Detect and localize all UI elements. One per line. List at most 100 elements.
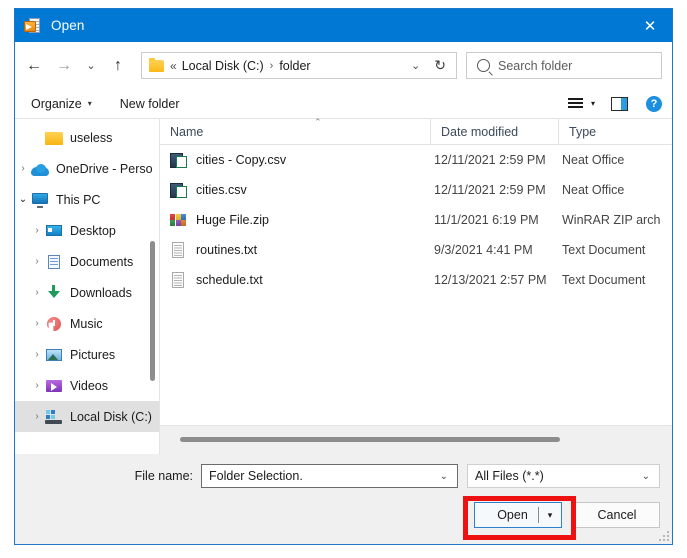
chevron-right-icon[interactable]: ›: [29, 256, 45, 267]
sidebar-item-label: Videos: [70, 378, 108, 393]
file-name-input[interactable]: Folder Selection. ⌄: [201, 464, 458, 488]
file-name-text: schedule.txt: [196, 273, 263, 287]
cancel-button[interactable]: Cancel: [574, 502, 660, 528]
search-input[interactable]: Search folder: [498, 59, 572, 73]
screenshot-root: Open ✕ ← → ⌄ ↑ « Local Disk (C:) › folde…: [0, 0, 687, 558]
sidebar-item-downloads[interactable]: › Downloads: [15, 277, 159, 308]
open-file-dialog: Open ✕ ← → ⌄ ↑ « Local Disk (C:) › folde…: [14, 8, 673, 545]
this-pc-icon: [31, 192, 49, 208]
sidebar-item-label: Documents: [70, 254, 134, 269]
table-row[interactable]: schedule.txt 12/13/2021 2:57 PM Text Docum…: [160, 265, 672, 295]
file-name-label: File name:: [134, 469, 193, 483]
column-header-type[interactable]: Type: [558, 119, 672, 144]
file-date-cell: 11/1/2021 6:19 PM: [434, 213, 539, 227]
chevron-down-icon[interactable]: ▾: [591, 99, 595, 108]
horizontal-scrollbar-thumb[interactable]: [180, 437, 560, 442]
sidebar-item-desktop[interactable]: › Desktop: [15, 215, 159, 246]
navigation-bar: ← → ⌄ ↑ « Local Disk (C:) › folder ⌄ ↻ S…: [15, 42, 672, 89]
close-icon[interactable]: ✕: [628, 9, 672, 42]
sidebar-item-label: Downloads: [70, 285, 132, 300]
sidebar-item-pictures[interactable]: › Pictures: [15, 339, 159, 370]
onedrive-cloud-icon: [31, 164, 49, 176]
file-type-cell: WinRAR ZIP arch: [562, 213, 661, 227]
videos-icon: [45, 378, 63, 394]
sidebar-item-label: This PC: [56, 192, 101, 207]
csv-file-icon: [170, 152, 187, 169]
chevron-down-icon[interactable]: ⌄: [399, 59, 432, 72]
chevron-right-icon[interactable]: ›: [29, 380, 45, 391]
up-button[interactable]: ↑: [103, 51, 133, 81]
column-header-name[interactable]: Name ⌃: [160, 117, 430, 144]
chevron-right-icon[interactable]: ›: [15, 163, 31, 174]
folder-icon: [45, 132, 63, 145]
file-name-text: Huge File.zip: [196, 213, 269, 227]
preview-pane-icon[interactable]: [611, 96, 628, 111]
chevron-right-icon[interactable]: ›: [29, 225, 45, 236]
file-type-cell: Text Document: [562, 273, 646, 287]
sidebar-item-this-pc[interactable]: ⌄ This PC: [15, 184, 159, 215]
chevron-right-icon[interactable]: ›: [29, 349, 45, 360]
sidebar-item-local-disk-c[interactable]: › Local Disk (C:): [15, 401, 159, 432]
help-icon[interactable]: ?: [646, 95, 662, 112]
sidebar-item-onedrive-perso[interactable]: › OneDrive - Perso: [15, 153, 159, 184]
sidebar-item-videos[interactable]: › Videos: [15, 370, 159, 401]
recent-locations-button[interactable]: ⌄: [79, 51, 103, 81]
breadcrumb-item-folder[interactable]: folder: [279, 59, 310, 73]
table-row[interactable]: routines.txt 9/3/2021 4:41 PM Text Documen…: [160, 235, 672, 265]
folder-icon: [149, 57, 164, 72]
chevron-down-icon[interactable]: ⌄: [633, 471, 659, 482]
table-row[interactable]: cities - Copy.csv 12/11/2021 2:59 PM Neat …: [160, 145, 672, 175]
sidebar-item-documents[interactable]: › Documents: [15, 246, 159, 277]
refresh-icon[interactable]: ↻: [432, 57, 456, 74]
new-folder-button[interactable]: New folder: [120, 97, 180, 111]
desktop-icon: [45, 223, 63, 239]
sidebar-scrollbar[interactable]: [149, 119, 157, 454]
sidebar-item-label: Music: [70, 316, 103, 331]
resize-grip[interactable]: [658, 530, 669, 541]
column-header-name-label: Name: [170, 124, 204, 139]
chevron-down-icon[interactable]: ⌄: [431, 471, 457, 482]
chevron-right-icon[interactable]: ›: [29, 287, 45, 298]
address-bar[interactable]: « Local Disk (C:) › folder ⌄ ↻: [141, 52, 457, 79]
dialog-body: useless › OneDrive - Perso ⌄ This PC › Desktop…: [15, 117, 672, 454]
breadcrumb: « Local Disk (C:) › folder: [170, 59, 399, 73]
sidebar-item-label: useless: [70, 130, 113, 145]
breadcrumb-overflow-icon[interactable]: «: [170, 59, 177, 73]
chevron-right-icon[interactable]: ›: [29, 411, 45, 422]
open-split-caret-icon[interactable]: ▾: [539, 510, 561, 521]
window-title: Open: [51, 18, 85, 33]
file-date-cell: 12/11/2021 2:59 PM: [434, 153, 546, 167]
chevron-right-icon[interactable]: ›: [29, 318, 45, 329]
view-options-icon[interactable]: [567, 98, 583, 109]
table-row[interactable]: cities.csv 12/11/2021 2:59 PM Neat Office: [160, 175, 672, 205]
file-date-cell: 12/13/2021 2:57 PM: [434, 273, 547, 287]
column-header-type-label: Type: [569, 124, 597, 139]
column-header-date-modified[interactable]: Date modified: [430, 119, 558, 144]
breadcrumb-item-drive[interactable]: Local Disk (C:): [182, 59, 264, 73]
organize-button[interactable]: Organize ▾: [31, 97, 92, 111]
file-type-filter-value: All Files (*.*): [475, 469, 544, 483]
zip-archive-icon: [170, 212, 187, 229]
chevron-down-icon[interactable]: ⌄: [15, 194, 31, 205]
file-date-cell: 9/3/2021 4:41 PM: [434, 243, 533, 257]
organize-label: Organize: [31, 96, 82, 111]
local-disk-icon: [45, 409, 63, 425]
title-bar: Open ✕: [15, 9, 672, 42]
file-name-cell: routines.txt: [160, 241, 430, 259]
documents-icon: [45, 254, 63, 270]
back-button[interactable]: ←: [19, 51, 49, 81]
sidebar-scrollbar-thumb[interactable]: [150, 241, 155, 381]
sidebar-item-label: Desktop: [70, 223, 116, 238]
file-list-horizontal-scrollbar[interactable]: [160, 425, 672, 454]
open-button[interactable]: Open ▾: [474, 502, 562, 528]
file-date-cell: 12/11/2021 2:59 PM: [434, 183, 546, 197]
sidebar-item-music[interactable]: › Music: [15, 308, 159, 339]
search-box[interactable]: Search folder: [466, 52, 662, 79]
text-file-icon: [170, 241, 187, 259]
sidebar-item-label: OneDrive - Perso: [56, 161, 153, 176]
table-row[interactable]: Huge File.zip 11/1/2021 6:19 PM WinRAR ZIP…: [160, 205, 672, 235]
file-type-filter-select[interactable]: All Files (*.*) ⌄: [467, 464, 660, 488]
sidebar-item-useless[interactable]: useless: [15, 122, 159, 153]
file-name-value: Folder Selection.: [209, 469, 303, 483]
forward-button[interactable]: →: [49, 51, 79, 81]
